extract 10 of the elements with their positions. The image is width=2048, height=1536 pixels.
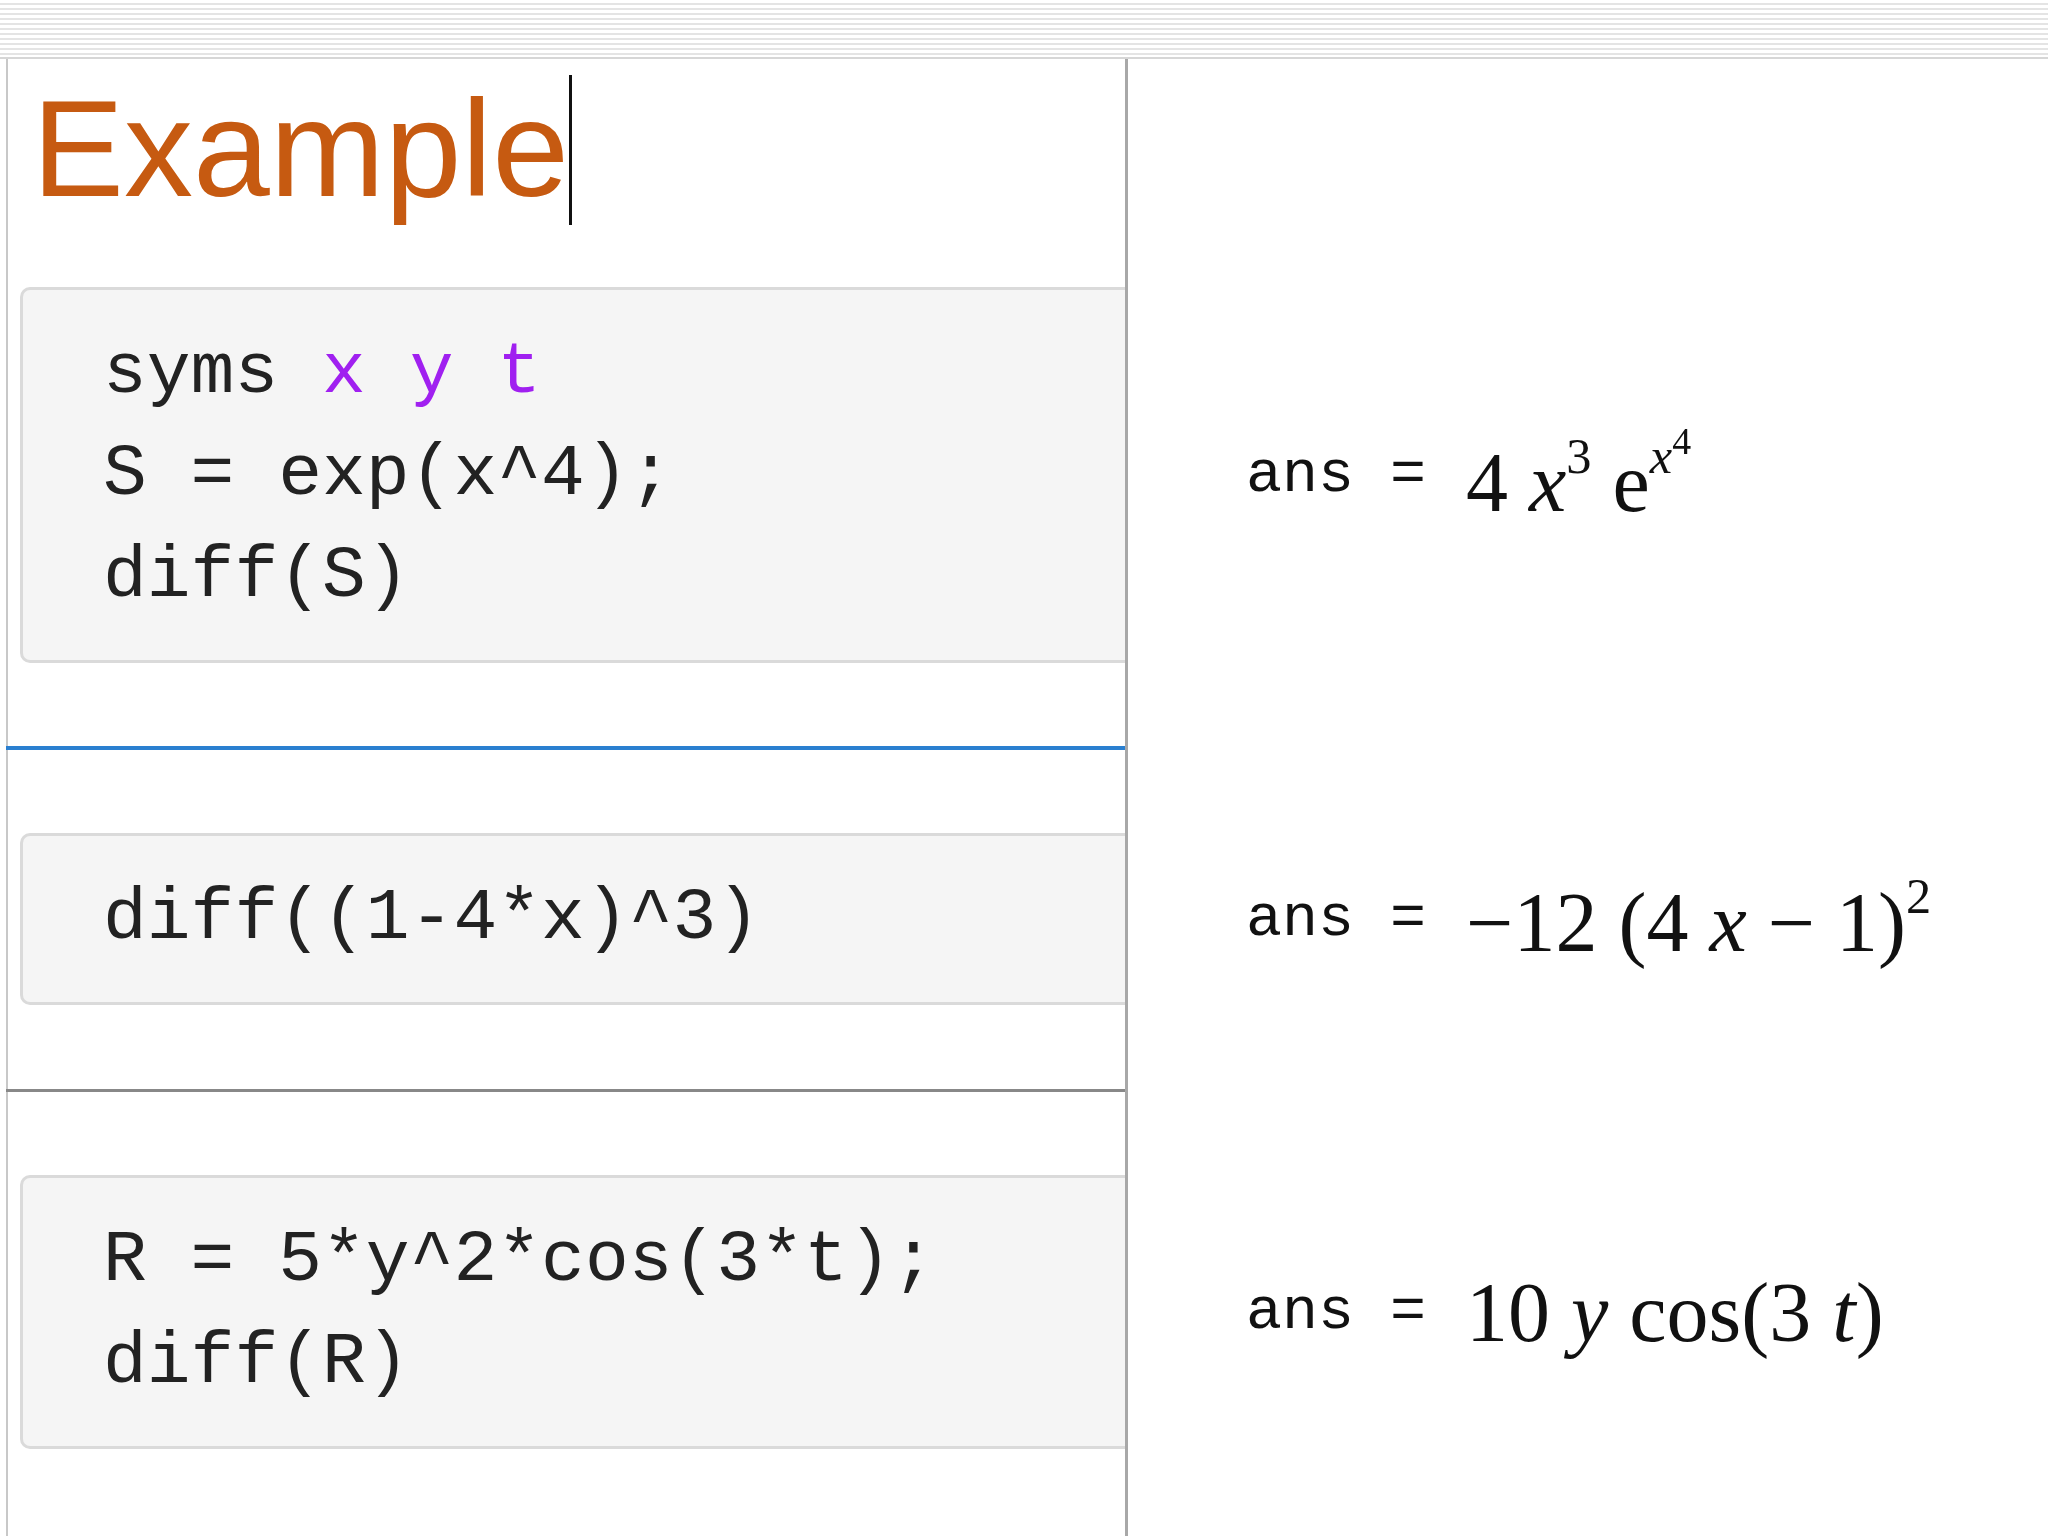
output-label: ans = [1246,441,1427,509]
document-title: Example [32,70,569,227]
math-output: −12 (4 x − 1)$^{2}$ [1466,867,1932,971]
code-block[interactable]: syms x y t S = exp(x^4); diff(S) [20,287,1125,663]
section-break[interactable] [6,1088,1125,1092]
code-block[interactable]: R = 5*y^2*cos(3*t); diff(R) [20,1175,1125,1449]
code-block[interactable]: diff((1-4*x)^3) [20,833,1125,1005]
output-label: ans = [1246,1278,1427,1346]
output-label: ans = [1246,885,1427,953]
math-output: 10 y cos(3 t) [1466,1264,1884,1361]
